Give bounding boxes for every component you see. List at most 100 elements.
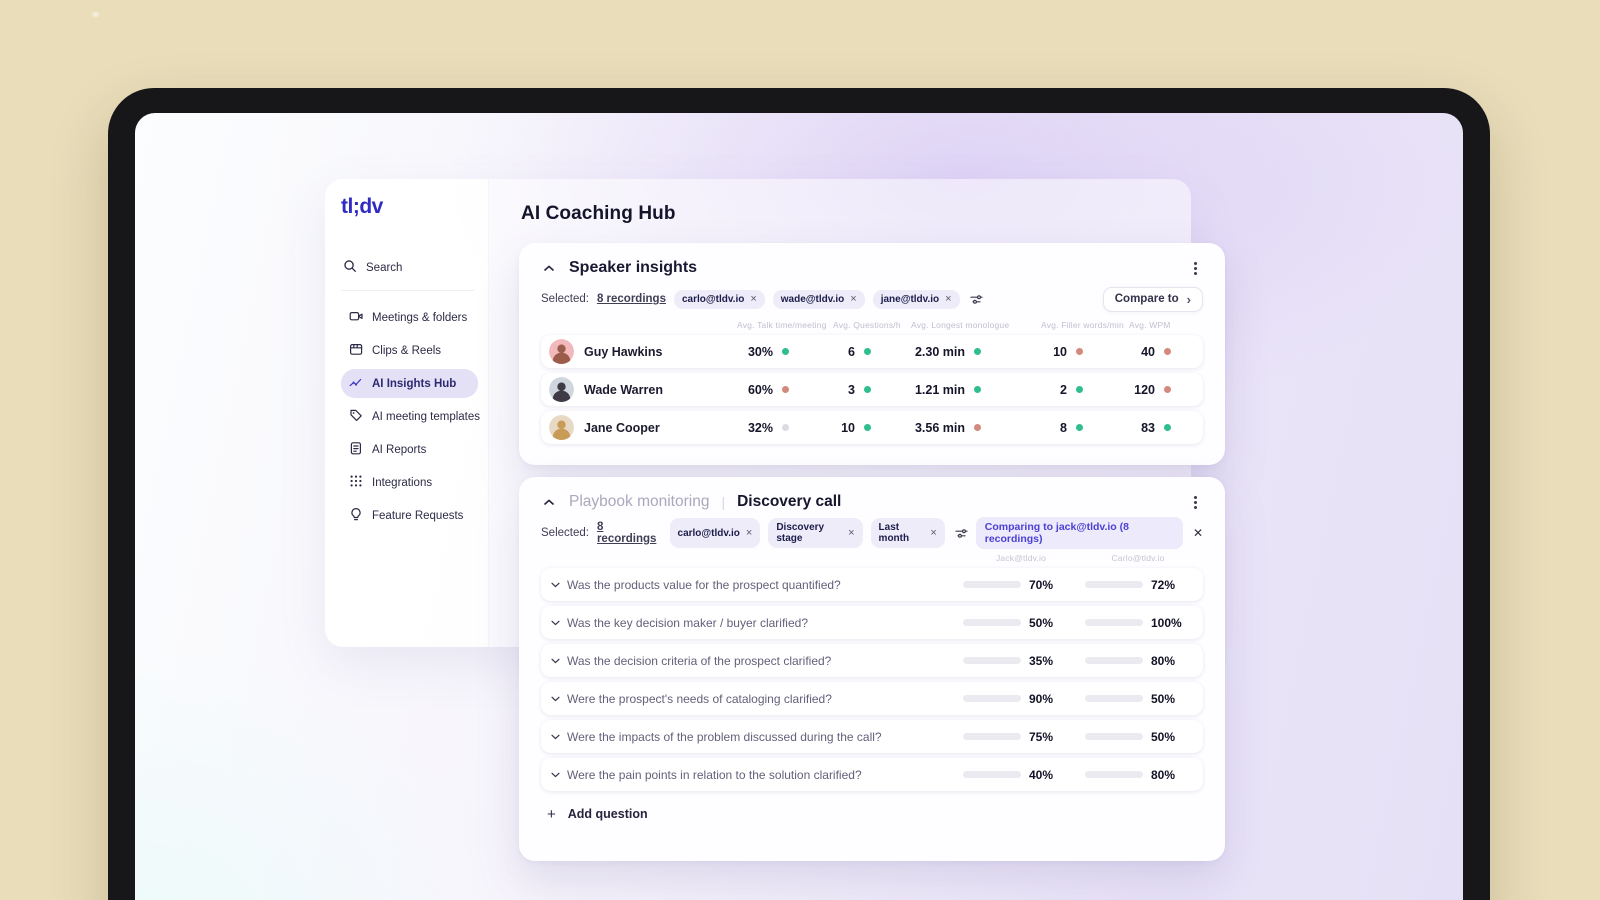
avatar bbox=[549, 415, 574, 440]
question-row[interactable]: Were the prospect's needs of cataloging … bbox=[541, 682, 1203, 715]
progress-track bbox=[1085, 619, 1143, 626]
score-percent: 50% bbox=[1151, 691, 1176, 706]
plus-icon: + bbox=[547, 805, 556, 823]
close-icon[interactable]: ✕ bbox=[1193, 526, 1203, 540]
metric-cell: 3.56 min bbox=[907, 421, 1037, 435]
metric-cell: 2 bbox=[1037, 383, 1125, 397]
close-icon[interactable]: × bbox=[850, 293, 856, 305]
chevron-down-icon[interactable] bbox=[551, 582, 567, 588]
score-percent: 75% bbox=[1029, 729, 1054, 744]
chevron-down-icon[interactable] bbox=[551, 620, 567, 626]
close-icon[interactable]: × bbox=[750, 293, 756, 305]
score-percent: 50% bbox=[1029, 615, 1054, 630]
video-camera-icon bbox=[349, 309, 363, 326]
metric-cell: 3 bbox=[829, 383, 907, 397]
speaker-name: Wade Warren bbox=[584, 382, 663, 397]
close-icon[interactable]: × bbox=[848, 527, 854, 539]
metric-cell: 83 bbox=[1125, 421, 1199, 435]
sidebar-nav: Meetings & folders Clips & Reels AI Insi… bbox=[341, 303, 480, 530]
tldv-logo: tl;dv bbox=[341, 195, 383, 218]
sidebar-item-ai-reports[interactable]: AI Reports bbox=[341, 435, 478, 464]
tag-icon bbox=[349, 408, 363, 425]
speaker-row[interactable]: Wade Warren 60% 3 1.21 min 2 120 bbox=[541, 373, 1203, 406]
status-dot-green bbox=[974, 386, 981, 393]
sidebar-item-integrations[interactable]: Integrations bbox=[341, 468, 478, 497]
column-header: Avg. WPM bbox=[1129, 320, 1171, 330]
search-label: Search bbox=[366, 261, 403, 274]
speaker-row[interactable]: Guy Hawkins 30% 6 2.30 min 10 40 bbox=[541, 335, 1203, 368]
score-percent: 80% bbox=[1151, 653, 1176, 668]
kebab-icon bbox=[1193, 500, 1197, 504]
metric-cell: 40 bbox=[1125, 345, 1199, 359]
chevron-down-icon[interactable] bbox=[551, 658, 567, 664]
speaker-name: Jane Cooper bbox=[584, 420, 660, 435]
question-row[interactable]: Were the impacts of the problem discusse… bbox=[541, 720, 1203, 753]
filter-chip[interactable]: carlo@tldv.io × bbox=[669, 518, 761, 548]
collapse-chevron-up-icon[interactable] bbox=[541, 260, 557, 276]
metric-value: 8 bbox=[1060, 420, 1067, 435]
chip-label: wade@tldv.io bbox=[780, 293, 845, 305]
app-screen: tl;dv Search Meetings & folders Clips & … bbox=[135, 113, 1463, 900]
column-header: Avg. Filler words/min bbox=[1041, 320, 1124, 330]
sidebar-item-clips-reels[interactable]: Clips & Reels bbox=[341, 336, 478, 365]
collapse-chevron-up-icon[interactable] bbox=[541, 494, 557, 510]
chevron-down-icon[interactable] bbox=[551, 734, 567, 740]
status-dot-green bbox=[782, 348, 789, 355]
score-percent: 40% bbox=[1029, 767, 1054, 782]
search-button[interactable]: Search bbox=[343, 259, 478, 276]
sidebar-divider bbox=[341, 290, 474, 291]
playbook-chips: carlo@tldv.io × Discovery stage × Last mon… bbox=[669, 518, 945, 548]
question-row[interactable]: Was the key decision maker / buyer clari… bbox=[541, 606, 1203, 639]
background-speckle bbox=[92, 12, 99, 17]
filter-chip[interactable]: wade@tldv.io × bbox=[772, 289, 865, 309]
column-header: Avg. Talk time/meeting bbox=[737, 320, 827, 330]
filter-icon[interactable] bbox=[955, 528, 968, 539]
sidebar-item-ai-meeting-templates[interactable]: AI meeting templates bbox=[341, 402, 480, 431]
progress-track bbox=[1085, 771, 1143, 778]
filter-chip[interactable]: jane@tldv.io × bbox=[872, 289, 960, 309]
chevron-down-icon[interactable] bbox=[551, 696, 567, 702]
speaker-row[interactable]: Jane Cooper 32% 10 3.56 min 8 83 bbox=[541, 411, 1203, 444]
sidebar-item-meetings-folders[interactable]: Meetings & folders bbox=[341, 303, 478, 332]
chevron-down-icon[interactable] bbox=[551, 772, 567, 778]
question-row[interactable]: Was the decision criteria of the prospec… bbox=[541, 644, 1203, 677]
close-icon[interactable]: × bbox=[746, 527, 752, 539]
selected-label: Selected: bbox=[541, 293, 589, 305]
speaker-insights-panel: Speaker insights Selected: 8 recordings … bbox=[519, 243, 1225, 465]
sidebar-item-feature-requests[interactable]: Feature Requests bbox=[341, 501, 478, 530]
score-bar-group: 90% bbox=[963, 692, 1085, 706]
chip-label: Last month bbox=[878, 522, 910, 544]
add-question-button[interactable]: + Add question bbox=[541, 799, 1203, 829]
score-bar-group: 80% bbox=[1085, 768, 1197, 782]
compare-to-button[interactable]: Compare to › bbox=[1102, 286, 1203, 312]
avatar bbox=[549, 377, 574, 402]
playbook-title-active: Discovery call bbox=[737, 493, 842, 510]
score-bar-group: 80% bbox=[1085, 654, 1197, 668]
score-bar-group: 50% bbox=[963, 616, 1085, 630]
playbook-menu-button[interactable] bbox=[1187, 494, 1203, 510]
sidebar-item-label: AI Reports bbox=[372, 443, 427, 456]
score-bar-group: 40% bbox=[963, 768, 1085, 782]
filter-icon[interactable] bbox=[969, 294, 983, 305]
filter-chip[interactable]: Discovery stage × bbox=[768, 518, 863, 548]
close-icon[interactable]: × bbox=[930, 527, 936, 539]
playbook-filter-row: Selected: 8 recordings carlo@tldv.io × Di… bbox=[541, 517, 1203, 549]
grid-dots-icon bbox=[349, 474, 363, 491]
score-bar-group: 50% bbox=[1085, 692, 1197, 706]
metric-value: 32% bbox=[747, 420, 773, 435]
playbook-column-labels: Jack@tldv.io Carlo@tldv.io bbox=[541, 551, 1203, 564]
score-percent: 50% bbox=[1151, 729, 1176, 744]
close-icon[interactable]: × bbox=[945, 293, 951, 305]
question-row[interactable]: Were the pain points in relation to the … bbox=[541, 758, 1203, 791]
sidebar: tl;dv Search Meetings & folders Clips & … bbox=[325, 179, 489, 647]
avatar bbox=[549, 339, 574, 364]
selected-recordings-link[interactable]: 8 recordings bbox=[597, 521, 662, 545]
selected-recordings-link[interactable]: 8 recordings bbox=[597, 293, 666, 305]
sidebar-item-ai-insights-hub[interactable]: AI Insights Hub bbox=[341, 369, 478, 398]
question-row[interactable]: Was the products value for the prospect … bbox=[541, 568, 1203, 601]
filter-chip[interactable]: carlo@tldv.io × bbox=[673, 289, 765, 309]
report-icon bbox=[349, 441, 363, 458]
speaker-menu-button[interactable] bbox=[1187, 260, 1203, 276]
col-label-carlo: Carlo@tldv.io bbox=[1111, 552, 1165, 563]
filter-chip[interactable]: Last month × bbox=[870, 518, 945, 548]
